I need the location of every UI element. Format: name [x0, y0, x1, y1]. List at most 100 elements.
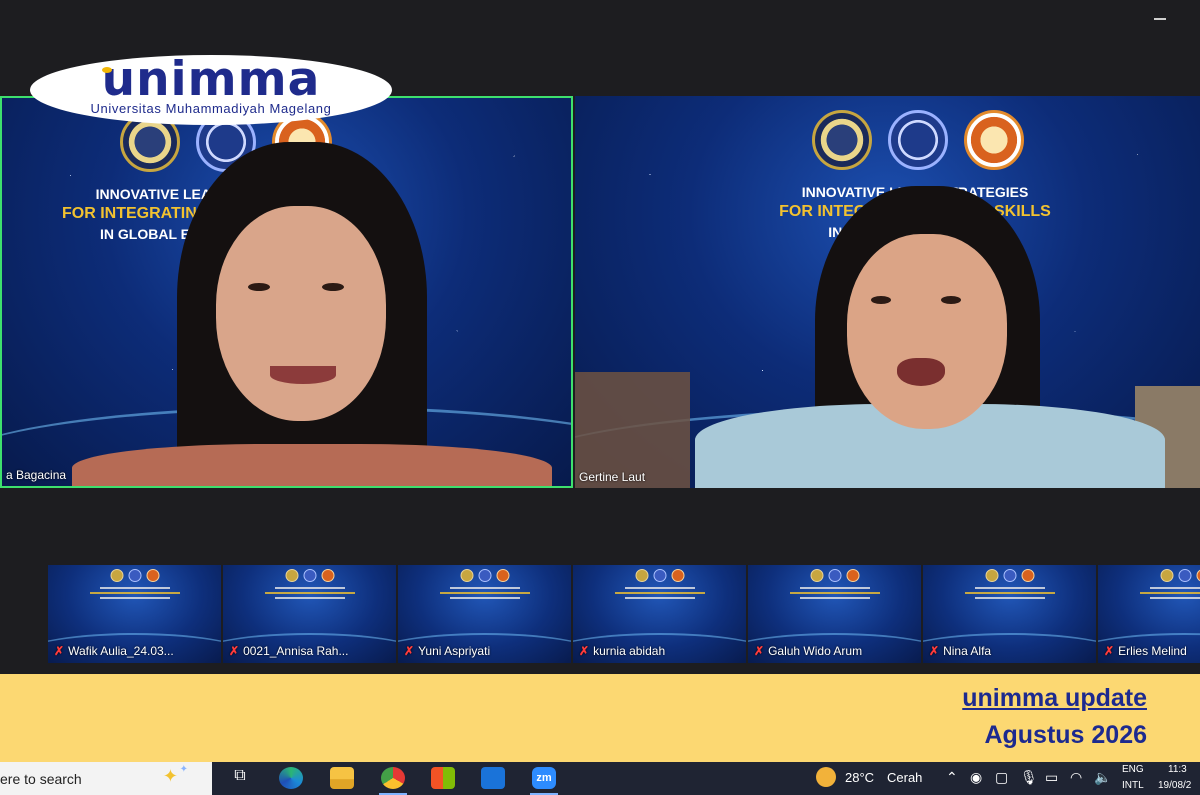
- band-date: Agustus 2026: [984, 721, 1147, 749]
- task-view-icon[interactable]: ⧉: [228, 767, 252, 789]
- gallery-thumbnail[interactable]: ✗ Erlies Melind: [1098, 565, 1200, 663]
- partner-seal-icon: [1196, 569, 1200, 582]
- participant-name: ✗ Nina Alfa: [929, 644, 991, 658]
- banner-line: [789, 592, 880, 594]
- participant-name-text: Wafik Aulia_24.03...: [68, 644, 174, 658]
- mic-muted-icon: ✗: [404, 644, 415, 658]
- university-seal-icon: [1160, 569, 1173, 582]
- university-seal-icon: [810, 569, 823, 582]
- chevron-up-icon[interactable]: ⌃: [946, 769, 958, 786]
- weather-temperature[interactable]: 28°C: [845, 770, 874, 785]
- battery-icon[interactable]: ▭: [1045, 769, 1058, 786]
- edge-icon[interactable]: [279, 767, 303, 789]
- mic-icon[interactable]: 🎙: [1020, 769, 1038, 786]
- banner-line: [1149, 597, 1200, 599]
- banner-line: [624, 597, 695, 599]
- banner-line: [274, 597, 345, 599]
- gallery-thumbnail[interactable]: ✗ Galuh Wido Arum: [748, 565, 921, 663]
- banner-line: [964, 592, 1055, 594]
- keyboard-layout[interactable]: INTL: [1122, 780, 1144, 791]
- partner-seal-icon: [1021, 569, 1034, 582]
- banner-line: [1149, 587, 1200, 589]
- seal-group: [985, 569, 1034, 582]
- participant-name: ✗ kurnia abidah: [579, 644, 665, 658]
- participant-name-text: Nina Alfa: [943, 644, 992, 658]
- banner-line: [799, 587, 870, 589]
- seal-group: [1160, 569, 1200, 582]
- seal-group: [810, 569, 859, 582]
- participant-name: ✗ Erlies Melind: [1104, 644, 1187, 658]
- weather-icon[interactable]: [816, 767, 836, 787]
- mic-muted-icon: ✗: [929, 644, 940, 658]
- banner-line: [974, 597, 1045, 599]
- clock-time[interactable]: 11:3: [1168, 764, 1187, 775]
- participant-name-text: Erlies Melind: [1118, 644, 1187, 658]
- participant-name: ✗ Wafik Aulia_24.03...: [54, 644, 174, 658]
- file-explorer-icon[interactable]: [330, 767, 354, 789]
- unimma-logo: unimma Universitas Muhammadiyah Magelang: [30, 55, 392, 125]
- organization-seal-icon: [1178, 569, 1191, 582]
- banner-line: [614, 592, 705, 594]
- gallery-thumbnail[interactable]: ✗ Nina Alfa: [923, 565, 1096, 663]
- weather-description[interactable]: Cerah: [887, 770, 922, 785]
- banner-line: [89, 592, 180, 594]
- seal-group: [110, 569, 159, 582]
- zoom-icon[interactable]: zm: [532, 767, 556, 789]
- band-title[interactable]: unimma update: [962, 684, 1147, 713]
- language-code[interactable]: ENG: [1122, 764, 1144, 775]
- gallery-thumbnail[interactable]: ✗ Wafik Aulia_24.03...: [48, 565, 221, 663]
- wifi-icon[interactable]: ◠: [1070, 769, 1082, 786]
- zoom-meeting-window: unimma Universitas Muhammadiyah Magelang…: [0, 0, 1200, 795]
- minimize-button[interactable]: [1154, 18, 1166, 20]
- banner-line: [799, 597, 870, 599]
- video-tile-speaker-left[interactable]: INNOVATIVE LEARNING STRATEGIES FOR INTEG…: [0, 96, 573, 488]
- banner-line: [449, 587, 520, 589]
- sparkle-icon: ✦: [162, 766, 178, 786]
- search-placeholder: ere to search: [0, 771, 82, 787]
- university-seal-icon: [635, 569, 648, 582]
- windows-taskbar: ere to search ✦ ✦ ⧉ zm 28°C Cerah ⌃ ◉ ▢ …: [0, 762, 1200, 795]
- mic-muted-icon: ✗: [229, 644, 240, 658]
- taskbar-search-box[interactable]: ere to search ✦ ✦: [0, 762, 212, 795]
- store-icon[interactable]: [431, 767, 455, 789]
- video-tile-speaker-right[interactable]: INNOVATIVE LEA STRATEGIES FOR INTEGRAT T…: [575, 96, 1200, 488]
- organization-seal-icon: [1003, 569, 1016, 582]
- organization-seal-icon: [128, 569, 141, 582]
- camera-icon[interactable]: ▢: [995, 769, 1008, 786]
- participant-name: ✗ 0021_Annisa Rah...: [229, 644, 348, 658]
- participant-name-label: a Bagacina: [6, 468, 67, 482]
- university-seal-icon: [812, 110, 872, 170]
- news-band: unimma update Agustus 2026: [0, 674, 1200, 762]
- organization-seal-icon: [478, 569, 491, 582]
- gallery-thumbnail[interactable]: ✗ kurnia abidah: [573, 565, 746, 663]
- participant-name: ✗ Galuh Wido Arum: [754, 644, 862, 658]
- mic-muted-icon: ✗: [754, 644, 765, 658]
- banner-line: [99, 587, 170, 589]
- gallery-thumbnail[interactable]: ✗ 0021_Annisa Rah...: [223, 565, 396, 663]
- outlook-icon[interactable]: [481, 767, 505, 789]
- speaker-icon[interactable]: 🔈: [1094, 769, 1111, 786]
- participant-name-text: Yuni Aspriyati: [418, 644, 491, 658]
- banner-line: [99, 597, 170, 599]
- seal-group: [285, 569, 334, 582]
- participant-name: ✗ Yuni Aspriyati: [404, 644, 490, 658]
- meet-icon[interactable]: ◉: [970, 769, 982, 786]
- banner-line: [624, 587, 695, 589]
- logo-subtitle: Universitas Muhammadiyah Magelang: [90, 100, 332, 116]
- chrome-icon[interactable]: [381, 767, 405, 789]
- organization-seal-icon: [303, 569, 316, 582]
- banner-line: [439, 592, 530, 594]
- mic-muted-icon: ✗: [54, 644, 65, 658]
- partner-seal-icon: [846, 569, 859, 582]
- partner-seal-icon: [146, 569, 159, 582]
- gallery-thumbnail[interactable]: ✗ Yuni Aspriyati: [398, 565, 571, 663]
- clock-date[interactable]: 19/08/2: [1158, 780, 1191, 791]
- university-seal-icon: [110, 569, 123, 582]
- seal-group: [812, 110, 1024, 170]
- mic-muted-icon: ✗: [579, 644, 590, 658]
- gallery-strip: ✗ Wafik Aulia_24.03... ✗ 0021_Annisa Rah...…: [48, 565, 1200, 663]
- university-seal-icon: [460, 569, 473, 582]
- seal-group: [635, 569, 684, 582]
- organization-seal-icon: [828, 569, 841, 582]
- seal-group: [460, 569, 509, 582]
